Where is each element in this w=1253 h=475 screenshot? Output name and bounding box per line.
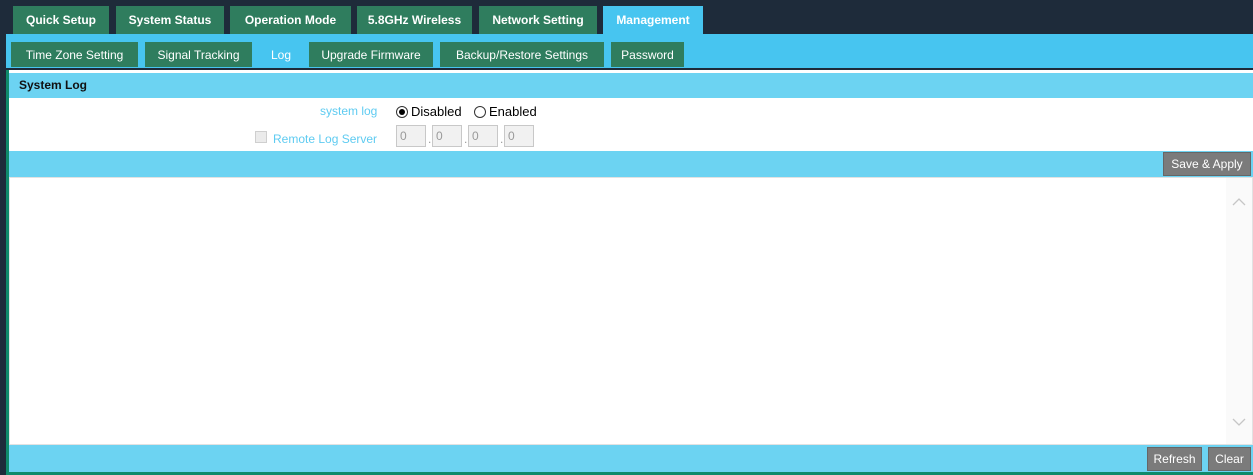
radio-disabled-label: Disabled [411, 104, 462, 119]
remote-log-checkbox[interactable] [255, 131, 267, 143]
save-bar [9, 151, 1253, 177]
clear-button[interactable]: Clear [1208, 447, 1251, 471]
section-title: System Log [19, 78, 88, 92]
subtab-log[interactable]: Log [260, 42, 302, 67]
subtab-signal-tracking[interactable]: Signal Tracking [145, 42, 252, 67]
bottom-bar [9, 445, 1253, 472]
subtab-password[interactable]: Password [611, 42, 684, 67]
ip-octet-3[interactable]: 0 [468, 125, 498, 147]
subtab-upgrade-firmware[interactable]: Upgrade Firmware [309, 42, 433, 67]
radio-enabled-label: Enabled [489, 104, 537, 119]
ip-separator: . [464, 132, 468, 146]
tab-management[interactable]: Management [603, 6, 703, 34]
log-scrollbar[interactable] [1226, 178, 1252, 444]
refresh-button[interactable]: Refresh [1147, 447, 1202, 471]
tab-system-status[interactable]: System Status [116, 6, 224, 34]
subtab-time-zone-setting[interactable]: Time Zone Setting [11, 42, 138, 67]
tab-operation-mode[interactable]: Operation Mode [230, 6, 351, 34]
ip-separator: . [500, 132, 504, 146]
ip-octet-2[interactable]: 0 [432, 125, 462, 147]
ip-octet-4[interactable]: 0 [504, 125, 534, 147]
scroll-down-icon[interactable] [1232, 418, 1246, 427]
ip-separator: . [428, 132, 432, 146]
scroll-up-icon[interactable] [1232, 197, 1246, 206]
save-apply-button[interactable]: Save & Apply [1163, 152, 1251, 176]
radio-enabled[interactable] [474, 106, 486, 118]
section-header: System Log [9, 73, 1253, 98]
tab-quick-setup[interactable]: Quick Setup [13, 6, 109, 34]
system-log-label: system log [320, 104, 378, 118]
tab-network-setting[interactable]: Network Setting [479, 6, 597, 34]
remote-log-server-label: Remote Log Server [273, 132, 378, 146]
subtab-backup-restore-settings[interactable]: Backup/Restore Settings [440, 42, 604, 67]
radio-disabled[interactable] [396, 106, 408, 118]
ip-octet-1[interactable]: 0 [396, 125, 426, 147]
log-textarea[interactable] [9, 177, 1253, 445]
tab-5-8ghz-wireless[interactable]: 5.8GHz Wireless [357, 6, 472, 34]
